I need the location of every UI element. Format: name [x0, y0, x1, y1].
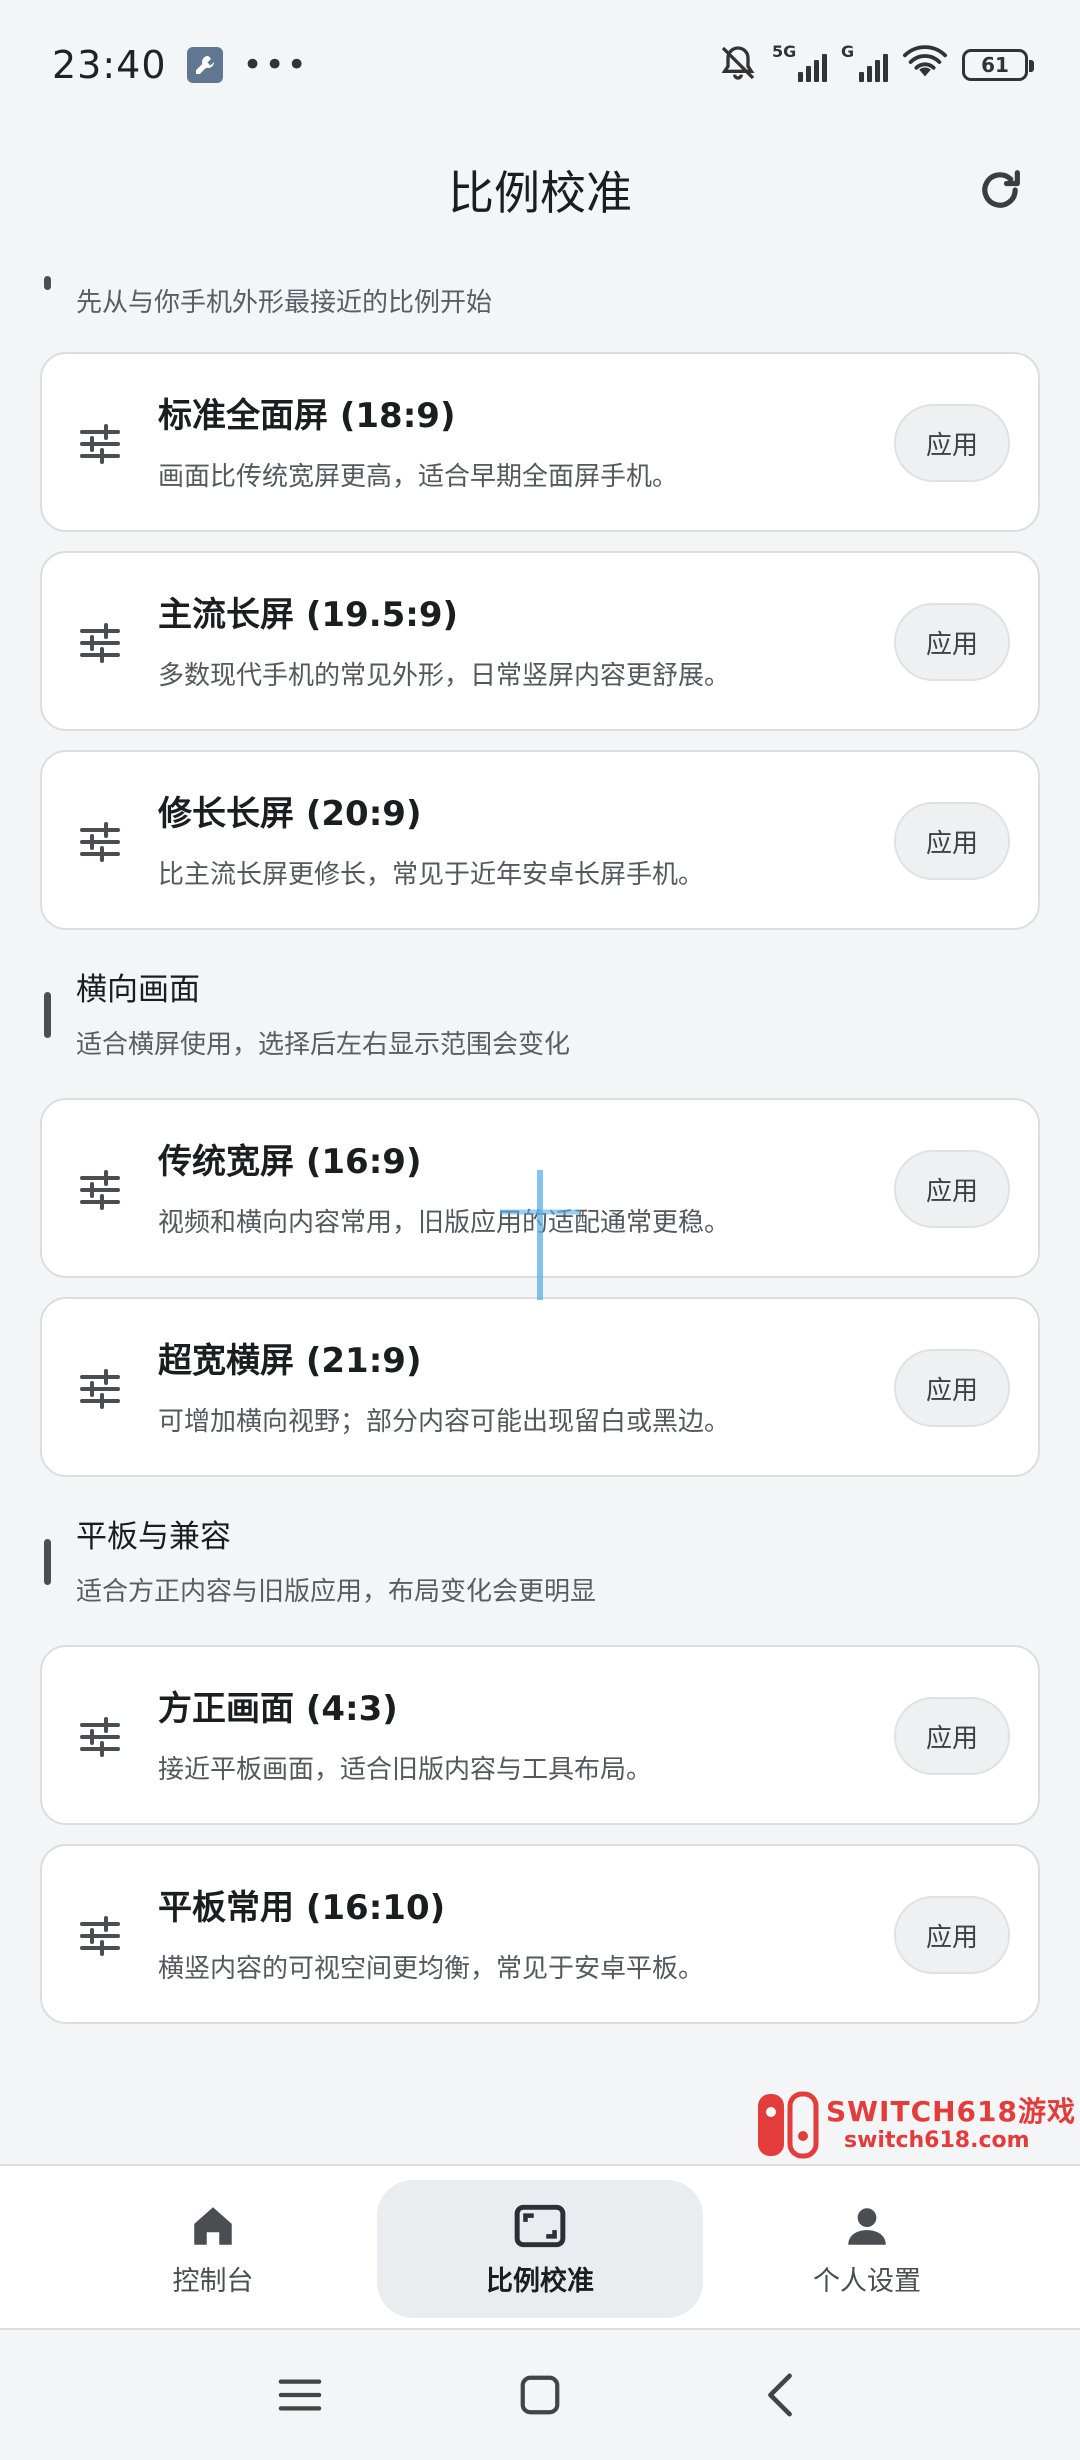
back-chevron-icon: [768, 2373, 792, 2417]
nav-item-profile[interactable]: 个人设置: [704, 2180, 1030, 2318]
card-title: 修长长屏 (20:9): [158, 794, 422, 834]
card-title: 传统宽屏 (16:9): [158, 1142, 422, 1182]
ratio-card[interactable]: 标准全面屏 (18:9) 画面比传统宽屏更高，适合早期全面屏手机。 应用: [40, 352, 1040, 532]
section-portrait: 先从与你手机外形最接近的比例开始: [40, 270, 1040, 340]
nav-item-console[interactable]: 控制台: [50, 2180, 376, 2318]
wifi-icon: [902, 45, 948, 85]
battery-level: 61: [981, 53, 1009, 77]
aspect-ratio-icon: [514, 2204, 566, 2247]
page-title: 比例校准: [448, 166, 632, 220]
section-title: 横向画面: [76, 972, 200, 1008]
tune-icon: [76, 818, 124, 866]
card-desc: 多数现代手机的常见外形，日常竖屏内容更舒展。: [158, 661, 731, 691]
cell-signal-icon: G: [841, 42, 888, 82]
section-title: 平板与兼容: [76, 1519, 231, 1555]
signal-tag: G: [841, 42, 855, 61]
bell-muted-icon: [718, 43, 758, 87]
card-desc: 横竖内容的可视空间更均衡，常见于安卓平板。: [158, 1954, 705, 1984]
refresh-icon: [982, 170, 1020, 208]
card-desc: 比主流长屏更修长，常见于近年安卓长屏手机。: [158, 860, 705, 890]
square-icon: [520, 2375, 560, 2415]
switch-logo-icon: [758, 2091, 819, 2159]
section-accent-bar: [44, 276, 51, 290]
watermark-url: switch618.com: [844, 2128, 1030, 2153]
back-button[interactable]: [745, 2360, 815, 2430]
apply-button[interactable]: 应用: [894, 802, 1010, 880]
card-title: 平板常用 (16:10): [158, 1888, 446, 1928]
watermark-title: SWITCH618游戏: [826, 2095, 1076, 2128]
ratio-card[interactable]: 修长长屏 (20:9) 比主流长屏更修长，常见于近年安卓长屏手机。 应用: [40, 750, 1040, 930]
nav-label: 比例校准: [486, 2265, 594, 2297]
home-button[interactable]: [505, 2360, 575, 2430]
tune-icon: [76, 420, 124, 468]
apply-button[interactable]: 应用: [894, 1349, 1010, 1427]
menu-button[interactable]: [265, 2360, 335, 2430]
card-title: 超宽横屏 (21:9): [158, 1341, 422, 1381]
ratio-card[interactable]: 方正画面 (4:3) 接近平板画面，适合旧版内容与工具布局。 应用: [40, 1645, 1040, 1825]
battery-icon: 61: [962, 49, 1034, 81]
card-title: 标准全面屏 (18:9): [158, 396, 456, 436]
refresh-button[interactable]: [968, 158, 1032, 222]
tune-icon: [76, 1912, 124, 1960]
section-accent-bar: [44, 992, 51, 1038]
crosshair-icon: [500, 1170, 580, 1300]
wrench-icon: [186, 47, 223, 83]
card-desc: 可增加横向视野；部分内容可能出现留白或黑边。: [158, 1407, 731, 1437]
nav-label: 个人设置: [813, 2265, 921, 2297]
apply-button[interactable]: 应用: [894, 1697, 1010, 1775]
apply-button[interactable]: 应用: [894, 603, 1010, 681]
ratio-card[interactable]: 超宽横屏 (21:9) 可增加横向视野；部分内容可能出现留白或黑边。 应用: [40, 1297, 1040, 1477]
card-desc: 视频和横向内容常用，旧版应用的适配通常更稳。: [158, 1208, 731, 1238]
home-icon: [194, 2206, 232, 2245]
signal-tag: 5G: [772, 42, 797, 61]
section-tablet: 平板与兼容 适合方正内容与旧版应用，布局变化会更明显: [40, 1507, 1040, 1617]
section-landscape: 横向画面 适合横屏使用，选择后左右显示范围会变化: [40, 960, 1040, 1070]
cell-signal-icon: 5G: [772, 42, 827, 82]
status-time: 23:40: [52, 43, 167, 87]
card-title: 主流长屏 (19.5:9): [158, 595, 459, 635]
apply-button[interactable]: 应用: [894, 1150, 1010, 1228]
nav-item-ratio[interactable]: 比例校准: [377, 2180, 703, 2318]
bottom-nav: 控制台 比例校准 个人设置: [0, 2164, 1080, 2330]
card-desc: 画面比传统宽屏更高，适合早期全面屏手机。: [158, 462, 679, 492]
more-notifications-icon: •••: [242, 45, 309, 85]
apply-button[interactable]: 应用: [894, 1896, 1010, 1974]
status-left: 23:40 •••: [52, 43, 309, 87]
status-bar: 23:40 ••• 5G G 61: [0, 0, 1080, 130]
tune-icon: [76, 1166, 124, 1214]
watermark: SWITCH618游戏 switch618.com: [756, 2090, 1075, 2162]
section-accent-bar: [44, 1539, 51, 1585]
person-icon: [848, 2207, 886, 2245]
ratio-card[interactable]: 平板常用 (16:10) 横竖内容的可视空间更均衡，常见于安卓平板。 应用: [40, 1844, 1040, 2024]
menu-icon: [278, 2379, 322, 2411]
card-title: 方正画面 (4:3): [158, 1689, 398, 1729]
apply-button[interactable]: 应用: [894, 404, 1010, 482]
section-desc: 适合方正内容与旧版应用，布局变化会更明显: [76, 1577, 597, 1607]
tune-icon: [76, 1365, 124, 1413]
tune-icon: [76, 1713, 124, 1761]
system-nav: [0, 2330, 1080, 2460]
card-desc: 接近平板画面，适合旧版内容与工具布局。: [158, 1755, 653, 1785]
section-desc: 适合横屏使用，选择后左右显示范围会变化: [76, 1030, 571, 1060]
nav-label: 控制台: [172, 2265, 254, 2297]
app-header: 比例校准: [0, 140, 1080, 240]
ratio-card[interactable]: 主流长屏 (19.5:9) 多数现代手机的常见外形，日常竖屏内容更舒展。 应用: [40, 551, 1040, 731]
tune-icon: [76, 619, 124, 667]
section-desc: 先从与你手机外形最接近的比例开始: [76, 288, 493, 318]
status-right: 5G G 61: [718, 42, 1034, 87]
